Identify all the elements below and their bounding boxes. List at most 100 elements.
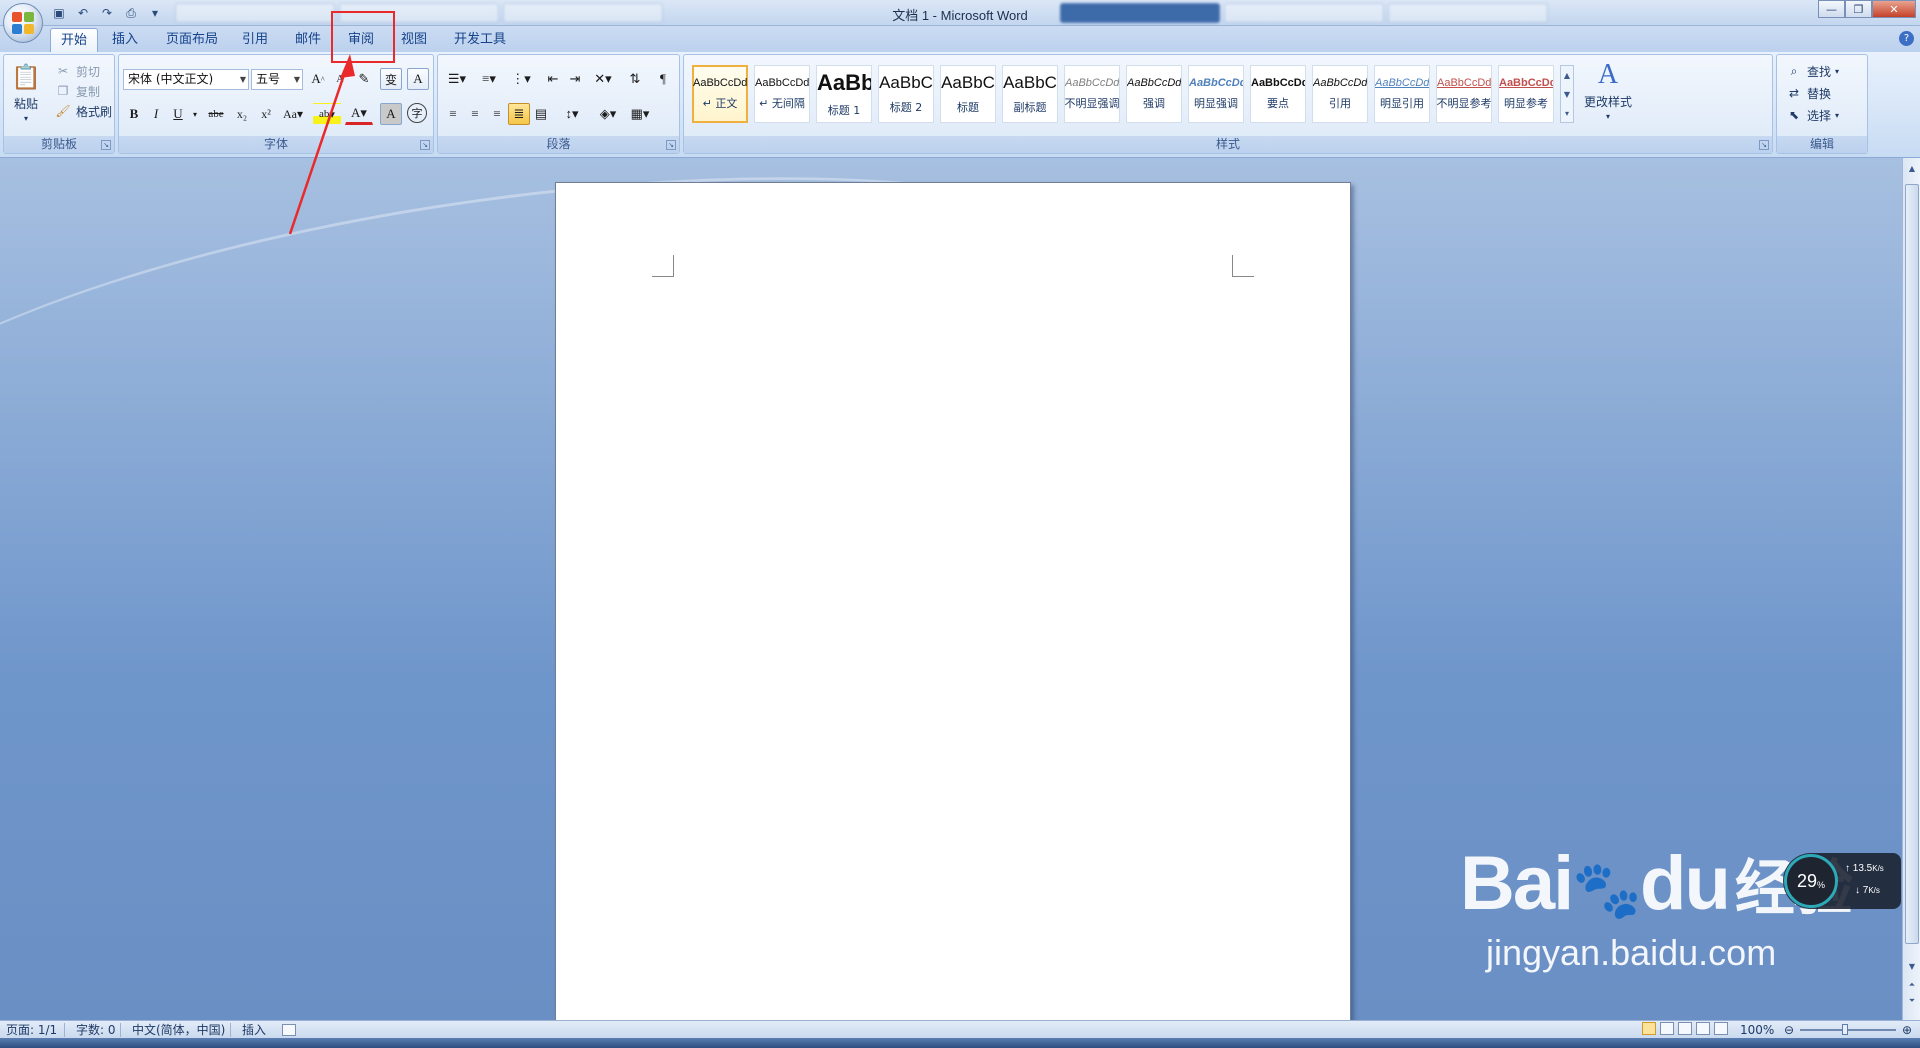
download-speed: ↓ 7K/s bbox=[1855, 885, 1880, 896]
macro-record-icon[interactable] bbox=[282, 1024, 296, 1036]
annotation-arrow bbox=[288, 54, 355, 235]
zoom-out-icon[interactable]: ⊖ bbox=[1784, 1022, 1794, 1038]
page-count[interactable]: 页面: 1/1 bbox=[6, 1022, 57, 1038]
justify-icon[interactable]: ≣ bbox=[508, 103, 530, 125]
style-name: 标题 1 bbox=[827, 104, 861, 117]
styles-launcher-icon[interactable]: ↘ bbox=[1759, 140, 1769, 150]
style-name: 标题 2 bbox=[889, 101, 923, 114]
style-strong[interactable]: AaBbCcDd 要点 bbox=[1250, 65, 1306, 123]
word-count[interactable]: 字数: 0 bbox=[76, 1022, 116, 1038]
download-unit: K/s bbox=[1868, 886, 1880, 895]
style-intense-reference[interactable]: AaBbCcDd 明显参考 bbox=[1498, 65, 1554, 123]
styles-group: AaBbCcDd ↵ 正文 AaBbCcDd ↵ 无间隔 AaBb 标题 1 A… bbox=[683, 54, 1773, 154]
chinese-layout-icon[interactable]: ✕▾ bbox=[588, 68, 618, 90]
align-left-icon[interactable]: ≡ bbox=[442, 103, 464, 125]
font-launcher-icon[interactable]: ↘ bbox=[420, 140, 430, 150]
find-button[interactable]: ⌕ 查找 ▾ bbox=[1785, 61, 1839, 81]
style-intense-quote[interactable]: AaBbCcDd 明显引用 bbox=[1374, 65, 1430, 123]
language-indicator[interactable]: 中文(简体，中国) bbox=[132, 1022, 225, 1038]
change-styles-button[interactable]: A 更改样式 ▾ bbox=[1580, 59, 1636, 129]
style-sample: AaBbC bbox=[879, 73, 933, 92]
scroll-up-icon[interactable]: ▲ bbox=[1905, 162, 1919, 176]
style-normal[interactable]: AaBbCcDd ↵ 正文 bbox=[692, 65, 748, 123]
style-sample: AaBbCcDd bbox=[1313, 77, 1367, 89]
style-heading-1[interactable]: AaBb 标题 1 bbox=[816, 65, 872, 123]
document-page[interactable] bbox=[555, 182, 1351, 1020]
cursor-icon: ⬉ bbox=[1788, 108, 1800, 122]
style-intense-emphasis[interactable]: AaBbCcDd 明显强调 bbox=[1188, 65, 1244, 123]
styles-group-label: 样式 bbox=[684, 136, 1772, 153]
style-subtle-emphasis[interactable]: AaBbCcDd 不明显强调 bbox=[1064, 65, 1120, 123]
increase-indent-icon[interactable]: ⇥ bbox=[564, 68, 586, 90]
style-no-spacing[interactable]: AaBbCcDd ↵ 无间隔 bbox=[754, 65, 810, 123]
full-screen-reading-icon[interactable] bbox=[1660, 1022, 1674, 1035]
style-title[interactable]: AaBbC 标题 bbox=[940, 65, 996, 123]
restore-button[interactable]: ❐ bbox=[1845, 0, 1872, 18]
help-icon[interactable]: ? bbox=[1899, 31, 1914, 46]
style-emphasis[interactable]: AaBbCcDd 强调 bbox=[1126, 65, 1182, 123]
style-sample: AaBbCcDd bbox=[693, 77, 747, 89]
paragraph-group: ☰▾ ≡▾ ⋮▾ ⇤ ⇥ ✕▾ ⇅ ¶ ≡ ≡ ≡ ≣ ▤ ↕▾ ◈▾ ▦▾ 段… bbox=[437, 54, 680, 154]
web-layout-icon[interactable] bbox=[1678, 1022, 1692, 1035]
align-right-icon[interactable]: ≡ bbox=[486, 103, 508, 125]
tab-developer[interactable]: 开发工具 bbox=[444, 28, 516, 52]
line-spacing-icon[interactable]: ↕▾ bbox=[558, 103, 586, 125]
watermark-url: jingyan.baidu.com bbox=[1486, 932, 1777, 973]
bullets-icon[interactable]: ☰▾ bbox=[442, 68, 472, 90]
zoom-slider-handle[interactable] bbox=[1842, 1024, 1848, 1035]
insert-mode[interactable]: 插入 bbox=[242, 1022, 266, 1038]
style-name: 要点 bbox=[1267, 97, 1289, 110]
distributed-icon[interactable]: ▤ bbox=[530, 103, 552, 125]
upload-unit: K/s bbox=[1872, 864, 1884, 873]
style-sample: AaBbCcDd bbox=[1499, 77, 1553, 89]
zoom-in-icon[interactable]: ⊕ bbox=[1902, 1022, 1912, 1038]
style-heading-2[interactable]: AaBbC 标题 2 bbox=[878, 65, 934, 123]
replace-label: 替换 bbox=[1807, 86, 1832, 101]
change-styles-label: 更改样式 bbox=[1583, 95, 1632, 109]
style-subtitle[interactable]: AaBbC 副标题 bbox=[1002, 65, 1058, 123]
style-subtle-reference[interactable]: AaBbCcDd 不明显参考 bbox=[1436, 65, 1492, 123]
align-center-icon[interactable]: ≡ bbox=[464, 103, 486, 125]
styles-gallery-scroll[interactable]: ▲ ▼ ▾ bbox=[1560, 65, 1574, 123]
shading-icon[interactable]: ◈▾ bbox=[594, 103, 622, 125]
style-name: 明显引用 bbox=[1380, 97, 1424, 110]
sort-icon[interactable]: ⇅ bbox=[622, 68, 648, 90]
print-layout-icon[interactable] bbox=[1642, 1022, 1656, 1035]
outline-icon[interactable] bbox=[1696, 1022, 1710, 1035]
next-page-icon[interactable]: ⏷ bbox=[1905, 994, 1919, 1008]
select-button[interactable]: ⬉ 选择 ▾ bbox=[1785, 105, 1839, 125]
zoom-slider[interactable] bbox=[1800, 1029, 1896, 1031]
style-sample: AaBbC bbox=[941, 73, 995, 92]
prev-page-icon[interactable]: ⏶ bbox=[1905, 978, 1919, 992]
style-name: 明显参考 bbox=[1504, 97, 1548, 110]
zoom-level[interactable]: 100% bbox=[1740, 1022, 1774, 1038]
margin-corner-mark bbox=[1232, 255, 1254, 277]
style-sample: AaBbCcDd bbox=[1251, 77, 1305, 89]
close-button[interactable]: ✕ bbox=[1872, 0, 1916, 18]
status-separator bbox=[120, 1023, 121, 1037]
style-sample: AaBbCcDd bbox=[755, 77, 809, 89]
minimize-button[interactable]: — bbox=[1818, 0, 1845, 18]
editing-group: ⌕ 查找 ▾ ⇄ 替换 ⬉ 选择 ▾ 编辑 bbox=[1776, 54, 1868, 154]
draft-icon[interactable] bbox=[1714, 1022, 1728, 1035]
decrease-indent-icon[interactable]: ⇤ bbox=[542, 68, 564, 90]
style-name: ↵ 无间隔 bbox=[759, 97, 805, 110]
window-controls: — ❐ ✕ bbox=[1818, 0, 1916, 18]
style-quote[interactable]: AaBbCcDd 引用 bbox=[1312, 65, 1368, 123]
style-name: 明显强调 bbox=[1194, 97, 1238, 110]
replace-button[interactable]: ⇄ 替换 bbox=[1785, 83, 1831, 103]
numbering-icon[interactable]: ≡▾ bbox=[474, 68, 504, 90]
select-label: 选择 bbox=[1807, 108, 1832, 123]
scroll-down-icon[interactable]: ▼ bbox=[1905, 960, 1919, 974]
paragraph-launcher-icon[interactable]: ↘ bbox=[666, 140, 676, 150]
find-label: 查找 bbox=[1807, 64, 1832, 79]
status-separator bbox=[230, 1023, 231, 1037]
multilevel-list-icon[interactable]: ⋮▾ bbox=[506, 68, 536, 90]
vertical-scrollbar[interactable]: ▲ ▼ ⏶ ⏷ bbox=[1902, 158, 1920, 1020]
style-name: 引用 bbox=[1329, 97, 1351, 110]
style-name: 不明显强调 bbox=[1064, 97, 1120, 110]
show-marks-icon[interactable]: ¶ bbox=[652, 68, 674, 90]
style-name: 标题 bbox=[957, 101, 979, 114]
borders-icon[interactable]: ▦▾ bbox=[626, 103, 654, 125]
scroll-thumb[interactable] bbox=[1905, 184, 1919, 944]
